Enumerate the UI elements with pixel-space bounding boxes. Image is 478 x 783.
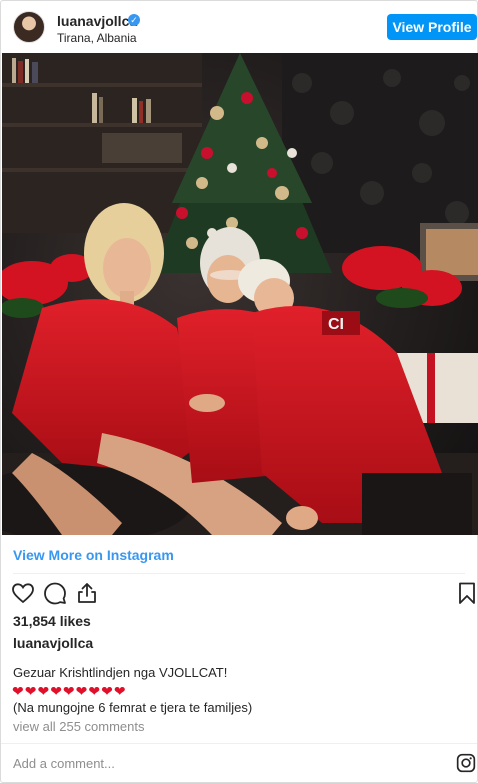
likes-count[interactable]: 31,854 likes xyxy=(13,613,91,629)
post-photo[interactable]: CI xyxy=(2,53,478,535)
caption-hearts: ❤❤❤❤❤❤❤❤❤ xyxy=(12,683,127,699)
action-bar xyxy=(1,581,477,607)
caption-username[interactable]: luanavjollca xyxy=(13,635,93,651)
view-more-on-instagram-link[interactable]: View More on Instagram xyxy=(13,547,174,563)
instagram-icon[interactable] xyxy=(456,753,476,773)
verified-badge-icon: ✓ xyxy=(128,14,140,26)
add-comment-input[interactable]: Add a comment... xyxy=(13,756,115,771)
caption-text-note: (Na mungojne 6 femrat e tjera te familje… xyxy=(13,700,253,715)
instagram-embed-card: luanavjollca ✓ Tirana, Albania View Prof… xyxy=(0,0,478,783)
divider xyxy=(13,573,465,574)
bookmark-icon[interactable] xyxy=(455,581,478,605)
share-icon[interactable] xyxy=(75,581,99,605)
post-header: luanavjollca ✓ Tirana, Albania View Prof… xyxy=(1,1,477,53)
location[interactable]: Tirana, Albania xyxy=(57,31,137,45)
username[interactable]: luanavjollca xyxy=(57,13,137,29)
comment-bubble-icon[interactable] xyxy=(43,581,67,605)
heart-outline-icon[interactable] xyxy=(11,581,35,605)
caption-text: Gezuar Krishtlindjen nga VJOLLCAT! xyxy=(13,665,228,680)
view-profile-button[interactable]: View Profile xyxy=(387,14,477,40)
svg-text:CI: CI xyxy=(328,316,344,333)
view-all-comments-link[interactable]: view all 255 comments xyxy=(13,719,145,734)
avatar[interactable] xyxy=(13,11,45,43)
divider xyxy=(1,743,477,744)
